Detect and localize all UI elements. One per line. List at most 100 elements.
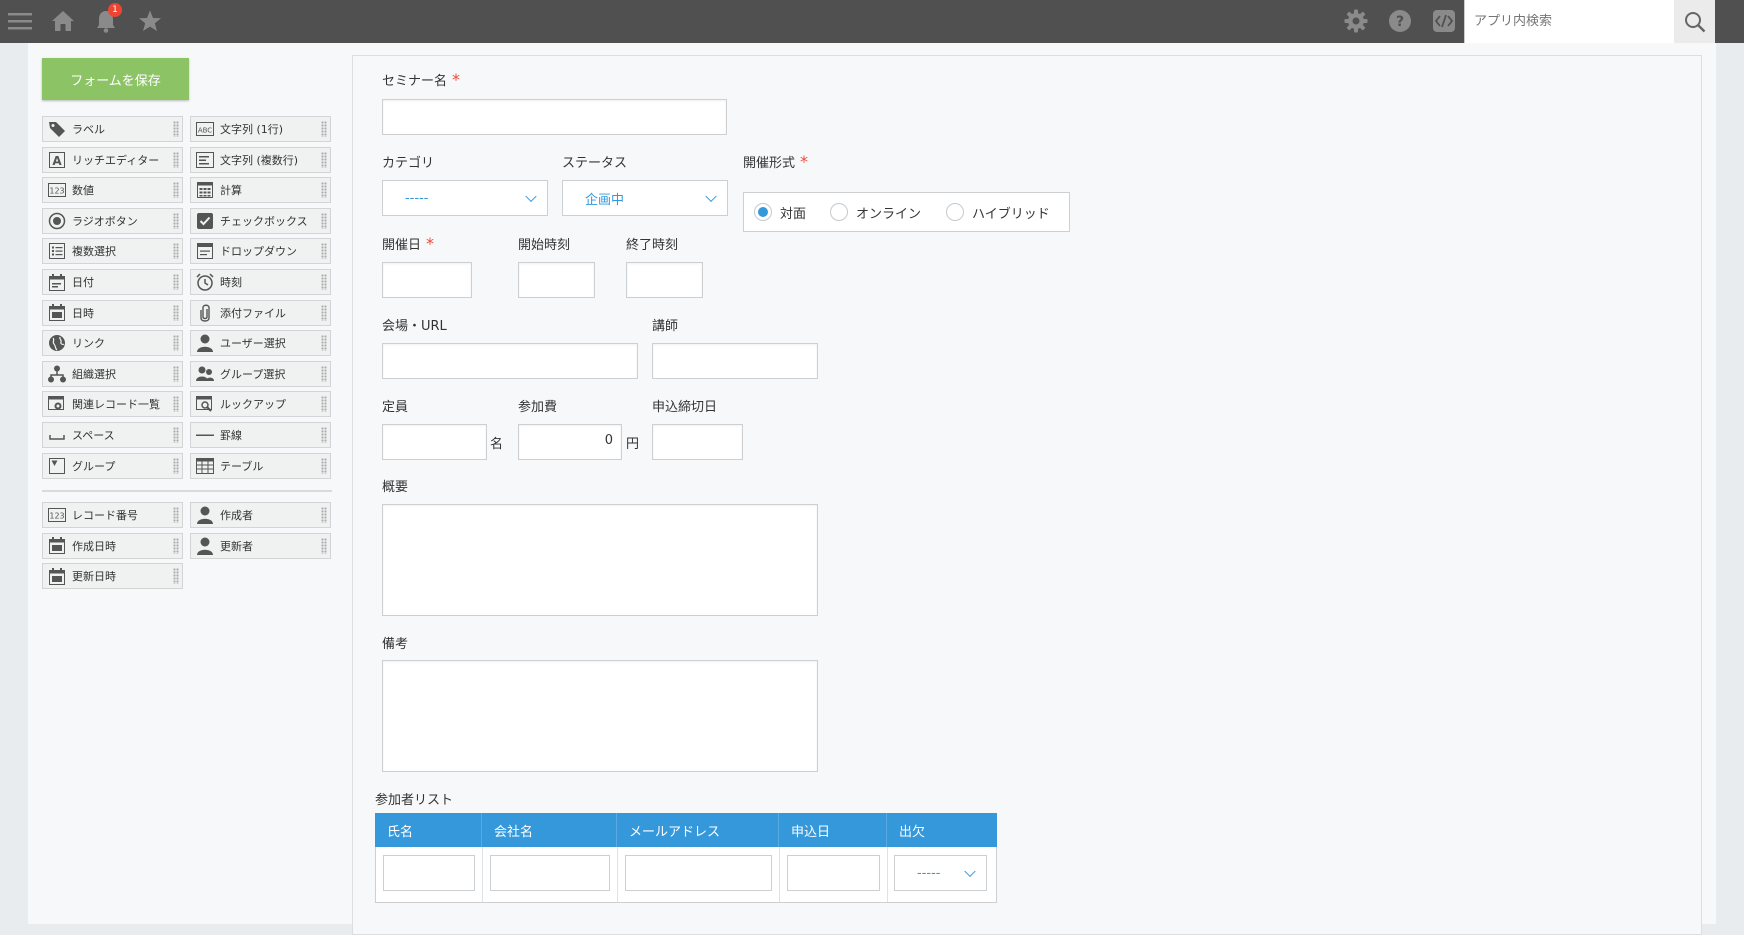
palette-field-org[interactable]: 組織選択 [42,360,183,387]
palette-field-line[interactable]: 罫線 [190,422,331,448]
palette-field-user[interactable]: 作成者 [190,502,331,528]
palette-field-multi-select[interactable]: 複数選択 [42,238,183,265]
palette-field-paperclip[interactable]: 添付ファイル [190,299,331,326]
palette-field-group-fold[interactable]: グループ [42,452,183,479]
palette-field-calculator[interactable]: 計算 [190,177,331,204]
drag-handle-icon[interactable] [173,457,179,474]
drag-handle-icon[interactable] [321,537,327,554]
deadline-field[interactable] [652,424,743,460]
app-search-input[interactable] [1465,0,1674,43]
status-dropdown[interactable]: 企画中 [562,180,728,216]
app-search-box[interactable] [1464,0,1674,43]
seminar-name-field[interactable] [382,99,727,135]
drag-handle-icon[interactable] [173,304,179,321]
palette-field-table[interactable]: テーブル [190,452,331,479]
table-cell [780,847,888,902]
drag-handle-icon[interactable] [321,365,327,382]
palette-field-abc[interactable]: ABC 文字列 (1行) [190,116,331,142]
tag-icon [47,119,67,139]
drag-handle-icon[interactable] [321,507,327,523]
drag-handle-icon[interactable] [173,274,179,290]
line-icon [195,425,215,445]
apply-date-cell-input[interactable] [787,855,880,891]
home-icon[interactable] [50,8,76,34]
favorites-star-icon[interactable] [137,8,163,34]
palette-field-checkbox[interactable]: チェックボックス [190,207,331,234]
palette-field-multiline-text[interactable]: 文字列 (複数行) [190,146,331,173]
palette-field-lookup[interactable]: ルックアップ [190,391,331,418]
palette-field-user[interactable]: ユーザー選択 [190,330,331,357]
chevron-down-icon [525,190,537,203]
company-cell-input[interactable] [490,855,610,891]
radio-hybrid[interactable]: ハイブリッド [946,193,1050,231]
capacity-field[interactable] [382,424,487,460]
drag-handle-icon[interactable] [321,121,327,137]
drag-handle-icon[interactable] [321,243,327,260]
drag-handle-icon[interactable] [173,507,179,523]
drag-handle-icon[interactable] [321,304,327,321]
palette-field-number[interactable]: 123 レコード番号 [42,502,183,528]
drag-handle-icon[interactable] [321,182,327,199]
drag-handle-icon[interactable] [321,274,327,290]
save-form-button[interactable]: フォームを保存 [42,58,189,100]
palette-field-label: ユーザー選択 [220,337,286,351]
attendance-dropdown[interactable]: ----- [894,855,987,891]
palette-field-tag[interactable]: ラベル [42,116,183,142]
radio-online[interactable]: オンライン [830,193,921,231]
drag-handle-icon[interactable] [173,182,179,199]
drag-handle-icon[interactable] [173,335,179,352]
drag-handle-icon[interactable] [173,396,179,413]
name-cell-input[interactable] [383,855,475,891]
fee-field[interactable]: 0 [518,424,622,460]
drag-handle-icon[interactable] [321,396,327,413]
category-dropdown[interactable]: ----- [382,180,548,216]
palette-field-datetime[interactable]: 日時 [42,299,183,326]
drag-handle-icon[interactable] [321,212,327,229]
org-icon [47,364,67,384]
drag-handle-icon[interactable] [321,335,327,352]
drag-handle-icon[interactable] [173,151,179,168]
end-time-field[interactable] [626,262,703,298]
palette-field-date[interactable]: 日付 [42,269,183,295]
date-field[interactable] [382,262,472,298]
palette-field-related-records[interactable]: 関連レコード一覧 [42,391,183,418]
palette-field-clock[interactable]: 時刻 [190,269,331,295]
drag-handle-icon[interactable] [321,151,327,168]
palette-field-user[interactable]: 更新者 [190,532,331,559]
drag-handle-icon[interactable] [321,457,327,474]
rich-editor-icon: A [47,150,67,170]
palette-field-rich-editor[interactable]: A リッチエディター [42,146,183,173]
drag-handle-icon[interactable] [173,568,179,585]
search-button[interactable] [1674,0,1715,43]
palette-field-radio[interactable]: ラジオボタン [42,207,183,234]
email-cell-input[interactable] [625,855,772,891]
drag-handle-icon[interactable] [173,243,179,260]
start-time-field[interactable] [518,262,595,298]
palette-field-datetime[interactable]: 作成日時 [42,532,183,559]
drag-handle-icon[interactable] [173,365,179,382]
palette-field-space[interactable]: スペース [42,422,183,448]
venue-field[interactable] [382,343,638,379]
drag-handle-icon[interactable] [173,537,179,554]
form-editor: フォームを保存 ラベル ABC 文字列 (1行) A リッチエディター 文字列 (複数行)… [28,43,1716,935]
start-time-label: 開始時刻 [518,238,571,253]
hamburger-menu-icon[interactable] [7,8,33,34]
code-icon[interactable] [1431,8,1457,34]
palette-field-number[interactable]: 123 数値 [42,177,183,204]
palette-field-label: 更新日時 [72,570,116,584]
notes-textarea[interactable] [382,660,818,772]
palette-field-group[interactable]: グループ選択 [190,360,331,387]
lecturer-field[interactable] [652,343,818,379]
settings-gear-icon[interactable] [1343,8,1369,34]
radio-in-person[interactable]: 対面 [754,193,806,231]
drag-handle-icon[interactable] [173,212,179,229]
palette-field-datetime[interactable]: 更新日時 [42,563,183,590]
notification-bell-icon[interactable]: 1 [93,3,122,34]
drag-handle-icon[interactable] [173,427,179,443]
palette-field-dropdown[interactable]: ドロップダウン [190,238,331,265]
summary-textarea[interactable] [382,504,818,616]
drag-handle-icon[interactable] [321,427,327,443]
help-icon[interactable]: ? [1387,8,1413,34]
palette-field-globe[interactable]: リンク [42,330,183,357]
drag-handle-icon[interactable] [173,121,179,137]
